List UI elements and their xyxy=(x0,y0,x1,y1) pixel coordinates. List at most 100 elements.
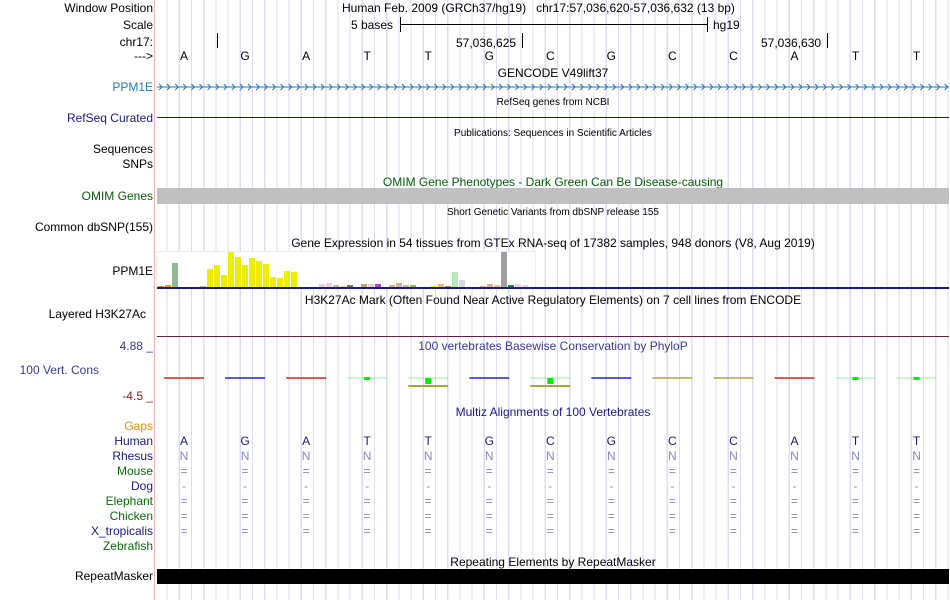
scale-bar-right xyxy=(707,17,708,32)
repeatmasker-element[interactable] xyxy=(157,569,949,584)
alignment-base: - xyxy=(365,479,370,493)
omim-label[interactable]: OMIM Genes xyxy=(82,189,153,203)
coord-tick xyxy=(217,33,218,48)
gtex-tissue-bar[interactable] xyxy=(228,252,234,288)
alignment-base: = xyxy=(180,464,188,478)
gtex-tissue-bar[interactable] xyxy=(242,265,248,288)
alignment-base: - xyxy=(670,479,675,493)
window-position-label: Window Position xyxy=(64,1,153,15)
phylop-score-mark xyxy=(425,378,432,384)
alignment-base: = xyxy=(852,524,860,538)
sequences-label[interactable]: Sequences xyxy=(93,142,153,156)
species-label[interactable]: Elephant xyxy=(106,494,153,508)
alignment-base: A xyxy=(179,434,188,448)
alignment-base: = xyxy=(424,494,432,508)
base-letter: C xyxy=(545,49,555,63)
gtex-tissue-bar[interactable] xyxy=(256,261,262,288)
gaps-label[interactable]: Gaps xyxy=(124,419,153,433)
species-label[interactable]: Mouse xyxy=(117,464,153,478)
gtex-tissue-bar[interactable] xyxy=(263,264,269,288)
species-label[interactable]: Zebrafish xyxy=(103,539,153,553)
phylop-score-mark xyxy=(852,377,859,380)
alignment-base: = xyxy=(668,494,676,508)
gtex-tissue-bar[interactable] xyxy=(452,272,458,288)
species-label[interactable]: X_tropicalis xyxy=(91,524,153,538)
gtex-tissue-bar[interactable] xyxy=(291,272,297,288)
gtex-tissue-bar[interactable] xyxy=(172,263,178,288)
genome-browser-image[interactable]: Window Position Human Feb. 2009 (GRCh37/… xyxy=(0,0,950,600)
species-label[interactable]: Dog xyxy=(131,479,153,493)
alignment-base: = xyxy=(485,524,493,538)
alignment-base: = xyxy=(729,524,737,538)
gtex-tissue-bar[interactable] xyxy=(284,271,290,288)
dbsnp-label[interactable]: Common dbSNP(155) xyxy=(35,220,153,234)
alignment-base: = xyxy=(424,464,432,478)
alignment-base: = xyxy=(607,524,615,538)
gtex-label[interactable]: PPM1E xyxy=(112,264,153,278)
h3k27ac-label[interactable]: Layered H3K27Ac xyxy=(49,307,146,321)
alignment-base: = xyxy=(852,494,860,508)
alignment-base: - xyxy=(426,479,431,493)
alignment-base: = xyxy=(546,524,554,538)
gtex-tissue-bar[interactable] xyxy=(501,252,507,288)
repeatmasker-title: Repeating Elements by RepeatMasker xyxy=(450,555,656,569)
alignment-base: N xyxy=(607,449,616,463)
alignment-base: N xyxy=(301,449,311,463)
refseq-gene[interactable] xyxy=(157,117,949,118)
alignment-base: - xyxy=(853,479,858,493)
alignment-base: N xyxy=(179,449,189,463)
alignment-base: G xyxy=(484,434,494,448)
gtex-tissue-bar[interactable] xyxy=(235,257,241,288)
base-letter: T xyxy=(424,49,432,63)
phylop-max: 4.88 _ xyxy=(119,339,153,353)
refseq-label[interactable]: RefSeq Curated xyxy=(67,111,153,125)
alignment-base: = xyxy=(302,464,310,478)
window-position-text: Human Feb. 2009 (GRCh37/hg19) chr17:57,0… xyxy=(342,1,735,15)
alignment-base: C xyxy=(729,434,738,448)
alignment-base: = xyxy=(485,494,493,508)
alignment-base: N xyxy=(851,449,860,463)
alignment-base: = xyxy=(913,464,921,478)
alignment-base: - xyxy=(609,479,614,493)
alignment-base: N xyxy=(729,449,738,463)
phylop-plot[interactable] xyxy=(157,370,949,392)
alignment-base: N xyxy=(912,449,921,463)
alignment-base: T xyxy=(424,434,432,448)
alignment-base: C xyxy=(668,434,677,448)
gtex-tissue-bar[interactable] xyxy=(207,269,213,288)
omim-gene-bar[interactable] xyxy=(157,188,949,204)
gtex-chart[interactable] xyxy=(156,251,536,288)
alignment-base: C xyxy=(545,434,555,448)
gtex-tissue-bar[interactable] xyxy=(214,265,220,288)
alignment-base: = xyxy=(729,464,737,478)
gtex-gene-line xyxy=(157,287,949,289)
alignment-base: = xyxy=(241,509,249,523)
alignment-base: = xyxy=(607,494,615,508)
alignment-base: = xyxy=(485,509,493,523)
alignment-base: N xyxy=(484,449,494,463)
alignment-base: = xyxy=(668,524,676,538)
gencode-title: GENCODE V49lift37 xyxy=(497,66,609,80)
phylop-min: -4.5 _ xyxy=(122,389,153,403)
gencode-gene-ppm1e[interactable] xyxy=(157,82,949,92)
gtex-tissue-bar[interactable] xyxy=(249,258,255,288)
scale-bar xyxy=(400,24,707,25)
snps-label[interactable]: SNPs xyxy=(122,157,153,171)
alignment-base: = xyxy=(241,524,249,538)
alignment-base: = xyxy=(913,494,921,508)
alignment-base: = xyxy=(180,494,188,508)
alignment-base: = xyxy=(546,464,554,478)
repeatmasker-label[interactable]: RepeatMasker xyxy=(75,569,153,583)
species-label[interactable]: Rhesus xyxy=(112,449,153,463)
scale-assembly: hg19 xyxy=(713,18,740,32)
gencode-label[interactable]: PPM1E xyxy=(112,80,153,94)
alignment-base: = xyxy=(363,509,371,523)
alignment-base: = xyxy=(607,509,615,523)
multiz-title: Multiz Alignments of 100 Vertebrates xyxy=(455,405,651,419)
alignment-base: T xyxy=(851,434,860,448)
alignment-base: = xyxy=(790,509,798,523)
species-label[interactable]: Human xyxy=(114,434,153,448)
species-label[interactable]: Chicken xyxy=(110,509,153,523)
alignment-base: - xyxy=(487,479,492,493)
phylop-label[interactable]: 100 Vert. Cons xyxy=(20,363,99,377)
